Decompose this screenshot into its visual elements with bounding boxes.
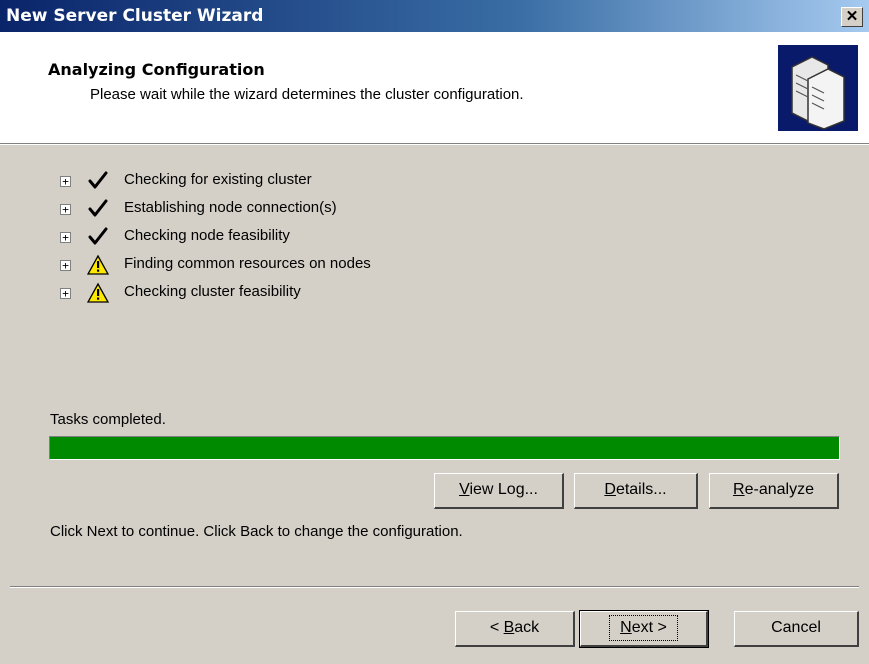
task-label: Finding common resources on nodes: [124, 255, 371, 272]
next-hotkey: N: [620, 619, 632, 636]
back-button[interactable]: < Back: [455, 611, 575, 647]
next-label: ext >: [631, 619, 667, 636]
details-button[interactable]: Details...: [574, 473, 698, 509]
task-label: Checking node feasibility: [124, 227, 290, 244]
footer-divider-highlight: [10, 587, 859, 588]
expand-icon[interactable]: +: [60, 204, 71, 215]
task-label: Checking cluster feasibility: [124, 283, 301, 300]
page-title: Analyzing Configuration: [48, 60, 265, 79]
details-label: etails...: [615, 481, 667, 498]
checkmark-icon: [87, 198, 109, 220]
instruction-text: Click Next to continue. Click Back to ch…: [50, 523, 463, 540]
expand-icon[interactable]: +: [60, 260, 71, 271]
reanalyze-hotkey: R: [733, 481, 745, 498]
view-log-hotkey: V: [459, 481, 470, 498]
view-log-button[interactable]: View Log...: [434, 473, 564, 509]
back-prefix: <: [489, 619, 504, 636]
expand-icon[interactable]: +: [60, 176, 71, 187]
checkmark-icon: [87, 170, 109, 192]
window-title: New Server Cluster Wizard: [6, 6, 264, 26]
next-focus-ring: Next >: [609, 615, 678, 641]
back-label: ack: [514, 619, 540, 636]
reanalyze-label: e-analyze: [744, 481, 814, 498]
task-label: Checking for existing cluster: [124, 171, 312, 188]
details-hotkey: D: [604, 481, 616, 498]
task-label: Establishing node connection(s): [124, 199, 337, 216]
progress-bar: [49, 436, 840, 460]
page-subtitle: Please wait while the wizard determines …: [90, 86, 524, 103]
title-bar: New Server Cluster Wizard ✕: [0, 0, 869, 32]
progress-fill: [50, 437, 839, 459]
next-button[interactable]: Next >: [579, 610, 709, 648]
warning-icon: [86, 282, 110, 304]
server-cluster-icon: [778, 45, 858, 131]
header-divider: [0, 144, 869, 145]
wizard-header: Analyzing Configuration Please wait whil…: [0, 32, 869, 144]
back-hotkey: B: [503, 619, 515, 636]
checkmark-icon: [87, 226, 109, 248]
warning-icon: [86, 254, 110, 276]
expand-icon[interactable]: +: [60, 288, 71, 299]
reanalyze-button[interactable]: Re-analyze: [709, 473, 839, 509]
expand-icon[interactable]: +: [60, 232, 71, 243]
view-log-label: iew Log...: [469, 481, 538, 498]
cancel-button[interactable]: Cancel: [734, 611, 859, 647]
progress-status: Tasks completed.: [50, 411, 166, 428]
close-button[interactable]: ✕: [841, 7, 863, 27]
